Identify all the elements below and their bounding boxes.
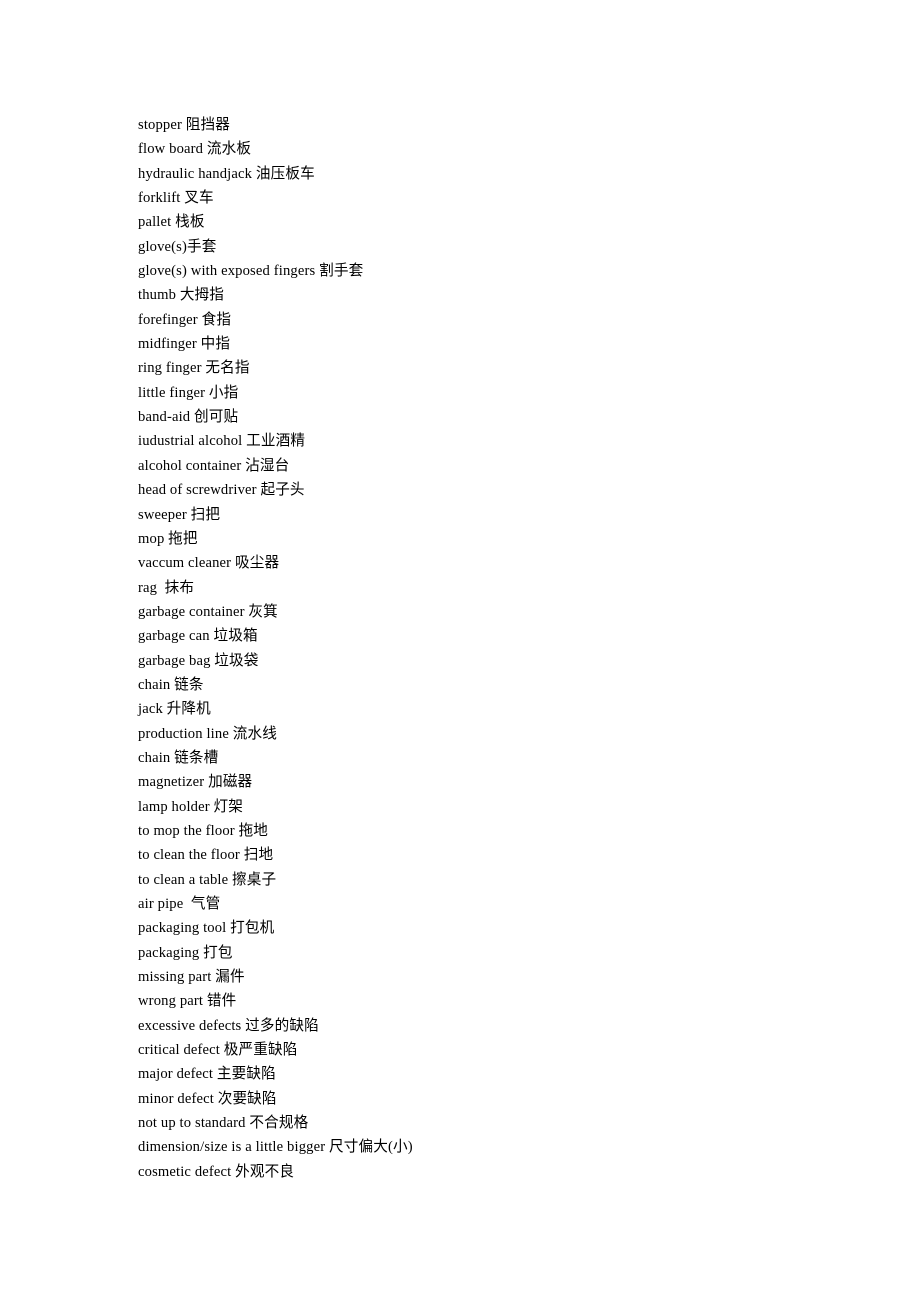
glossary-entry: jack 升降机 [138, 701, 211, 718]
glossary-entry: minor defect 次要缺陷 [138, 1090, 277, 1107]
glossary-entry: rag 抹布 [138, 579, 195, 596]
glossary-entry: little finger 小指 [138, 384, 239, 401]
glossary-list: stopper 阻挡器 flow board 流水板 hydraulic handj… [138, 113, 878, 1184]
glossary-entry: dimension/size is a little bigger 尺寸偏大(小… [138, 1139, 413, 1156]
glossary-entry: hydraulic handjack 油压板车 [138, 165, 315, 182]
glossary-entry: garbage container 灰箕 [138, 603, 278, 620]
glossary-entry: flow board 流水板 [138, 141, 252, 158]
glossary-entry: iudustrial alcohol 工业酒精 [138, 433, 306, 450]
glossary-entry: band-aid 创可贴 [138, 409, 239, 426]
glossary-entry: garbage can 垃圾箱 [138, 628, 258, 645]
glossary-entry: vaccum cleaner 吸尘器 [138, 555, 280, 572]
glossary-entry: midfinger 中指 [138, 336, 231, 353]
glossary-entry: wrong part 错件 [138, 993, 237, 1010]
glossary-entry: production line 流水线 [138, 725, 277, 742]
glossary-entry: critical defect 极严重缺陷 [138, 1042, 298, 1059]
glossary-entry: head of screwdriver 起子头 [138, 482, 305, 499]
glossary-entry: ring finger 无名指 [138, 360, 250, 377]
glossary-entry: air pipe 气管 [138, 896, 221, 912]
glossary-entry: not up to standard 不合规格 [138, 1115, 309, 1132]
glossary-entry: excessive defects 过多的缺陷 [138, 1017, 319, 1034]
glossary-entry: packaging 打包 [138, 944, 233, 961]
glossary-entry: chain 链条 [138, 676, 204, 693]
glossary-entry: pallet 栈板 [138, 214, 205, 231]
glossary-entry: magnetizer 加磁器 [138, 774, 253, 791]
glossary-entry: to clean a table 擦桌子 [138, 871, 277, 888]
glossary-entry: lamp holder 灯架 [138, 798, 243, 815]
glossary-entry: garbage bag 垃圾袋 [138, 652, 259, 669]
glossary-entry: to clean the floor 扫地 [138, 847, 274, 864]
glossary-entry: sweeper 扫把 [138, 506, 221, 523]
glossary-entry: glove(s)手套 [138, 238, 217, 255]
glossary-entry: missing part 漏件 [138, 969, 245, 986]
glossary-entry: forklift 叉车 [138, 190, 214, 207]
document-page: stopper 阻挡器 flow board 流水板 hydraulic handj… [0, 0, 920, 1302]
glossary-entry: packaging tool 打包机 [138, 920, 275, 937]
glossary-entry: alcohol container 沾湿台 [138, 457, 290, 474]
glossary-entry: forefinger 食指 [138, 311, 232, 328]
glossary-entry: mop 拖把 [138, 530, 198, 547]
glossary-entry: glove(s) with exposed fingers 割手套 [138, 263, 364, 280]
glossary-entry: stopper 阻挡器 [138, 117, 230, 133]
glossary-entry: to mop the floor 拖地 [138, 822, 269, 839]
glossary-entry: major defect 主要缺陷 [138, 1066, 276, 1083]
glossary-entry: thumb 大拇指 [138, 287, 225, 304]
glossary-entry: chain 链条槽 [138, 749, 219, 766]
glossary-entry: cosmetic defect 外观不良 [138, 1163, 295, 1180]
